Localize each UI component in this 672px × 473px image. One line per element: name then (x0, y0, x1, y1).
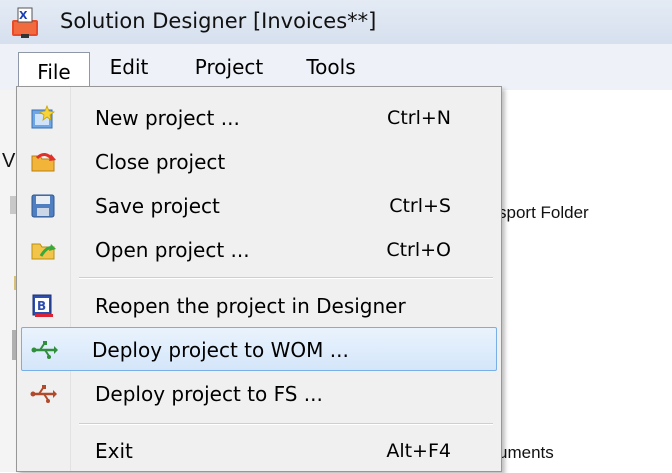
solution-designer-app-icon[interactable]: X (8, 6, 42, 40)
menu-item-label: Save project (95, 194, 220, 218)
menu-item-save-project[interactable]: Save project Ctrl+S (21, 184, 497, 228)
menu-item-label: Deploy project to WOM ... (92, 338, 349, 362)
file-menu-dropdown: New project ... Ctrl+N Close project Sav… (16, 86, 502, 472)
menu-item-deploy-to-wom[interactable]: Deploy project to WOM ... (21, 327, 497, 371)
menu-item-label: Reopen the project in Designer (95, 294, 406, 318)
menu-item-close-project[interactable]: Close project (21, 140, 497, 184)
usb-deploy-icon (31, 341, 58, 359)
background-text-documents: uments (498, 443, 554, 462)
svg-text:B: B (37, 299, 46, 313)
menu-item-deploy-to-fs[interactable]: Deploy project to FS ... (21, 372, 497, 416)
menu-bar: File Edit Project Tools (0, 44, 672, 98)
menu-item-reopen-in-designer[interactable]: B Reopen the project in Designer (21, 284, 497, 328)
window-title: Solution Designer [Invoices**] (60, 9, 377, 33)
menu-item-shortcut: Ctrl+S (389, 195, 451, 217)
menu-item-label: Close project (95, 150, 226, 174)
open-project-icon (31, 243, 56, 260)
menu-tools[interactable]: Tools (298, 44, 364, 90)
menu-project[interactable]: Project (184, 44, 274, 90)
background-text-export-folder: sport Folder (498, 203, 589, 222)
menu-separator (79, 277, 493, 279)
new-project-icon (31, 104, 55, 129)
menu-item-open-project[interactable]: Open project ... Ctrl+O (21, 228, 497, 272)
menu-item-label: Deploy project to FS ... (95, 382, 323, 406)
menu-item-label: New project ... (95, 106, 240, 130)
title-bar: X Solution Designer [Invoices**] (0, 0, 672, 44)
background-partial-letter: V (2, 150, 16, 172)
menu-item-shortcut: Ctrl+O (386, 239, 451, 261)
menu-separator (79, 423, 493, 425)
menu-item-label: Open project ... (95, 238, 250, 262)
designer-icon: B (32, 294, 53, 317)
menu-edit[interactable]: Edit (104, 44, 154, 90)
usb-deploy-fs-icon (30, 385, 57, 403)
save-icon (31, 194, 55, 218)
menu-item-shortcut: Alt+F4 (386, 440, 451, 462)
close-project-icon (31, 153, 56, 172)
svg-text:X: X (19, 9, 28, 22)
menu-item-label: Exit (95, 439, 133, 463)
menu-item-new-project[interactable]: New project ... Ctrl+N (21, 96, 497, 140)
menu-item-shortcut: Ctrl+N (387, 107, 451, 129)
menu-item-exit[interactable]: Exit Alt+F4 (21, 429, 497, 473)
